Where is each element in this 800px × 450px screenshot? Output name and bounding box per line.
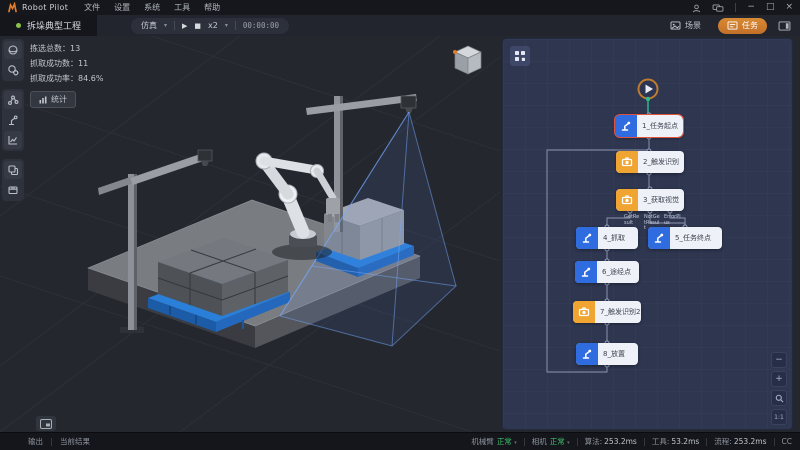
layout-toggle-button[interactable] — [775, 18, 793, 33]
zoom-in-button[interactable]: + — [771, 371, 787, 387]
stop-button[interactable]: ■ — [194, 21, 201, 31]
output-console-button[interactable] — [36, 416, 56, 431]
tool-time: 工具:53.2ms — [652, 436, 699, 447]
render-settings-icon[interactable] — [4, 61, 22, 79]
node-library-icon[interactable] — [510, 46, 530, 66]
menu-tools[interactable]: 工具 — [174, 2, 190, 13]
stat-pick-total: 拣选总数：13 — [30, 43, 103, 54]
menu-help[interactable]: 帮助 — [204, 2, 220, 13]
scene-icon — [670, 21, 681, 30]
flow-node-trigger-recognition[interactable]: 2_触发识别 — [616, 151, 684, 173]
current-result-tab[interactable]: 当前结果 — [60, 436, 90, 447]
statusbar-divider — [774, 438, 775, 446]
main-area: 拣选总数：13 抓取成功数：11 抓取成功率：84.6% 统计 — [0, 36, 800, 432]
viewport-sidebar — [2, 39, 24, 201]
robot-arm-icon[interactable] — [4, 111, 22, 129]
toolbar-row: 拆垛典型工程 仿真 ▾ ▶ ■ x2 ▾ 00:00:00 场景 任务 — [0, 15, 800, 36]
waypoint-icon — [575, 261, 597, 283]
search-icon[interactable] — [771, 390, 787, 406]
flow-node-grab[interactable]: 4_抓取 — [576, 227, 638, 249]
flow-node-trigger-recognition-2[interactable]: 7_触发识别2 — [573, 301, 641, 323]
chevron-down-icon[interactable]: ▾ — [225, 22, 228, 29]
chart-icon — [39, 96, 47, 104]
flow-node-place[interactable]: 8_放置 — [576, 343, 638, 365]
port-label-get-result: GetResult — [624, 215, 641, 226]
stat-success-rate: 抓取成功率：84.6% — [30, 73, 103, 84]
task-flow-canvas[interactable]: 1_任务起点 2_触发识别 3_获取视觉 4_抓取 5_任务终点 6_途经点 — [502, 38, 793, 430]
menu-system[interactable]: 系统 — [144, 2, 160, 13]
crate-icon[interactable] — [4, 181, 22, 199]
flow-node-task-start[interactable]: 1_任务起点 — [615, 115, 683, 137]
robot-arm-icon — [648, 227, 670, 249]
minimize-button[interactable]: − — [747, 3, 755, 12]
zoom-reset-button[interactable]: 1:1 — [771, 409, 787, 425]
statusbar-divider — [524, 438, 525, 446]
algorithm-time: 算法:253.2ms — [585, 436, 637, 447]
statusbar: 输出 当前结果 机械臂正常 ▾ 相机正常 ▾ 算法:253.2ms 工具:53.… — [0, 432, 800, 450]
play-button[interactable]: ▶ — [182, 21, 187, 31]
flow-node-waypoint[interactable]: 6_途经点 — [575, 261, 639, 283]
scene-view-label: 场景 — [685, 20, 701, 31]
chevron-down-icon: ▾ — [567, 440, 570, 446]
task-view-label: 任务 — [742, 20, 758, 31]
app-logo-icon — [7, 2, 18, 13]
statusbar-divider — [644, 438, 645, 446]
view-mode-icon[interactable] — [4, 41, 22, 59]
trajectory-chart-icon[interactable] — [4, 131, 22, 149]
toolbar-divider — [235, 21, 236, 30]
pick-stats: 拣选总数：13 抓取成功数：11 抓取成功率：84.6% 统计 — [30, 43, 103, 108]
app-title: Robot Pilot — [22, 3, 68, 12]
menu-settings[interactable]: 设置 — [114, 2, 130, 13]
statusbar-divider — [706, 438, 707, 446]
flow-node-get-vision[interactable]: 3_获取视觉 — [616, 189, 684, 211]
app-window: Robot Pilot 文件 设置 系统 工具 帮助 − □ × 拆垛典型工程 — [0, 0, 800, 450]
menubar: 文件 设置 系统 工具 帮助 — [84, 2, 220, 13]
chevron-down-icon: ▾ — [514, 440, 517, 446]
simulation-toolbar: 仿真 ▾ ▶ ■ x2 ▾ 00:00:00 — [131, 18, 289, 34]
kinematics-icon[interactable] — [4, 91, 22, 109]
titlebar: Robot Pilot 文件 设置 系统 工具 帮助 − □ × — [0, 0, 800, 15]
orientation-cube[interactable] — [448, 42, 488, 78]
scene-view-button[interactable]: 场景 — [661, 18, 710, 34]
user-icon[interactable] — [692, 0, 701, 17]
zoom-out-button[interactable]: − — [771, 352, 787, 368]
camera-icon — [573, 301, 595, 323]
project-status-dot — [16, 23, 21, 28]
robot-status[interactable]: 机械臂正常 ▾ — [471, 436, 516, 447]
sim-mode-dropdown[interactable]: 仿真 — [141, 20, 157, 31]
canvas-zoom-controls: − + 1:1 — [771, 352, 787, 425]
camera-status[interactable]: 相机正常 ▾ — [532, 436, 570, 447]
gripper-icon — [576, 227, 598, 249]
sim-timer: 00:00:00 — [243, 21, 279, 30]
camera-icon — [616, 189, 638, 211]
output-tab[interactable]: 输出 — [28, 436, 43, 447]
statistics-label: 统计 — [51, 94, 67, 105]
task-view-button[interactable]: 任务 — [718, 18, 767, 34]
camera-icon — [616, 151, 638, 173]
project-name: 拆垛典型工程 — [27, 19, 81, 32]
place-icon — [576, 343, 598, 365]
project-tab[interactable]: 拆垛典型工程 — [0, 15, 97, 36]
menu-file[interactable]: 文件 — [84, 2, 100, 13]
toolbar-divider — [174, 21, 175, 30]
language-indicator[interactable]: CC — [782, 437, 792, 446]
statusbar-divider — [51, 438, 52, 446]
robot-arm-icon — [615, 115, 637, 137]
close-button[interactable]: × — [785, 3, 793, 12]
stat-grab-success: 抓取成功数：11 — [30, 58, 103, 69]
titlebar-divider — [735, 3, 736, 12]
statusbar-divider — [577, 438, 578, 446]
task-icon — [727, 21, 738, 30]
display-icon[interactable] — [712, 0, 724, 17]
statistics-button[interactable]: 统计 — [30, 91, 76, 108]
layers-icon[interactable] — [4, 161, 22, 179]
port-label-error: ErrorPlus — [664, 215, 681, 226]
chevron-down-icon[interactable]: ▾ — [164, 22, 167, 29]
maximize-button[interactable]: □ — [766, 3, 775, 12]
flow-time: 流程:253.2ms — [714, 436, 766, 447]
speed-dropdown[interactable]: x2 — [208, 21, 218, 30]
flow-node-task-end[interactable]: 5_任务终点 — [648, 227, 722, 249]
